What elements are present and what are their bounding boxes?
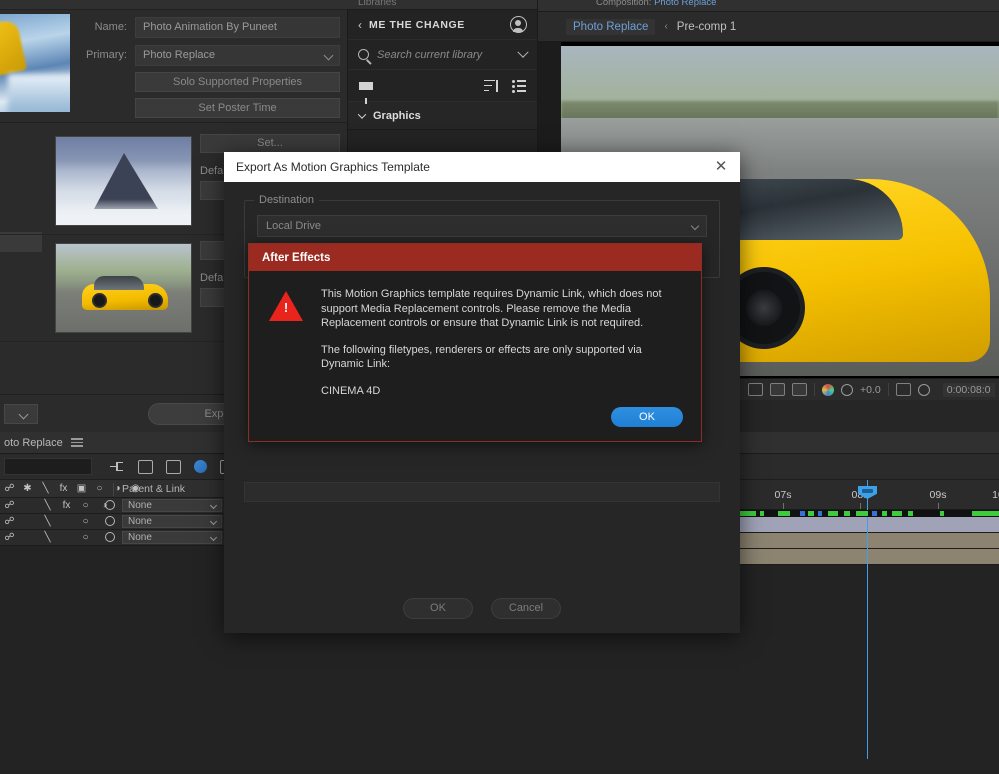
- alert-paragraph-2: The following filetypes, renderers or ef…: [321, 343, 642, 371]
- after-effects-alert: After Effects This Motion Graphics templ…: [248, 243, 702, 442]
- chevron-down-icon: [690, 221, 700, 231]
- alert-ok-button[interactable]: OK: [611, 407, 683, 427]
- alert-body: This Motion Graphics template requires D…: [249, 271, 701, 398]
- destination-legend: Destination: [254, 194, 320, 206]
- dialog-cancel-button[interactable]: Cancel: [491, 598, 561, 619]
- destination-value: Local Drive: [266, 220, 322, 232]
- alert-message: This Motion Graphics template requires D…: [321, 287, 685, 398]
- alert-paragraph-1: This Motion Graphics template requires D…: [321, 288, 662, 329]
- dialog-title: Export As Motion Graphics Template: [236, 160, 430, 174]
- alert-title: After Effects: [262, 251, 331, 264]
- dialog-secondary-input[interactable]: [244, 482, 720, 502]
- destination-select[interactable]: Local Drive: [257, 215, 707, 237]
- dialog-footer: OK Cancel: [224, 598, 740, 619]
- dialog-ok-button[interactable]: OK: [403, 598, 473, 619]
- app-root: Name: Photo Animation By Puneet Primary:…: [0, 0, 999, 774]
- alert-paragraph-3: CINEMA 4D: [321, 384, 381, 397]
- alert-header: After Effects: [249, 244, 701, 271]
- close-icon[interactable]: ✕: [712, 158, 730, 176]
- modal-overlay: Export As Motion Graphics Template ✕ Des…: [0, 0, 999, 774]
- warning-triangle-icon: [269, 291, 303, 321]
- dialog-titlebar: Export As Motion Graphics Template ✕: [224, 152, 740, 182]
